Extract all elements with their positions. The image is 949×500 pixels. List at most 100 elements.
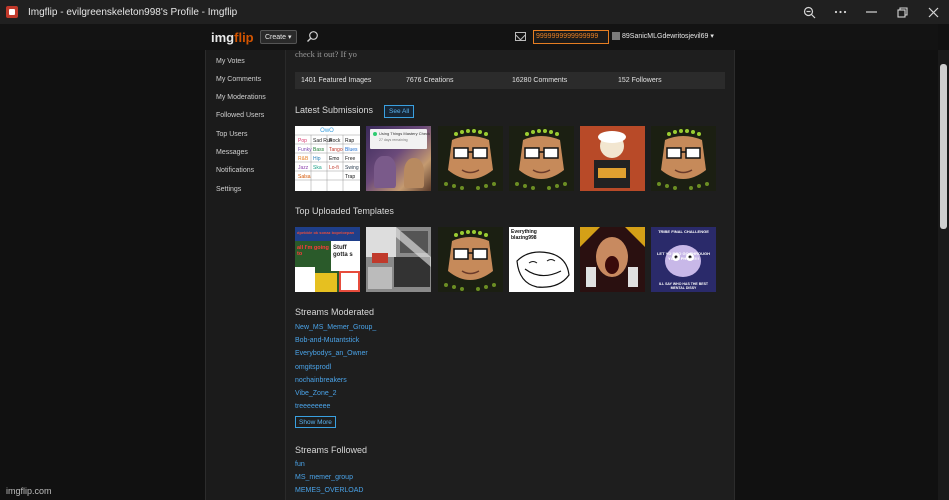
tier-cell: Pop [298, 138, 307, 144]
create-menu-button[interactable]: Create ▾ [260, 30, 297, 44]
latest-submission-thumb[interactable] [651, 126, 716, 191]
window-title: Imgflip - evilgreenskeleton998's Profile… [28, 6, 238, 18]
sidebar-item-notifications[interactable]: Notifications [216, 167, 254, 174]
streams-moderated-title: Streams Moderated [295, 307, 375, 317]
tier-cell: Jazz [298, 165, 309, 171]
meme-face-image [438, 126, 503, 191]
minimize-icon[interactable] [856, 0, 887, 24]
latest-submission-thumb[interactable] [438, 126, 503, 191]
stat-featured-images[interactable]: 1401 Featured Images [301, 77, 371, 84]
imgflip-logo[interactable]: imgflip [211, 30, 254, 45]
collage-image [366, 227, 431, 292]
username-label: 89SanicMLGdewritosjevil69 [622, 32, 709, 40]
user-points-counter[interactable]: 9999999999999999 [533, 30, 609, 44]
template-thumb[interactable] [438, 227, 503, 292]
mail-icon[interactable] [515, 32, 526, 41]
tier-cell: Lo-fi [329, 165, 339, 171]
latest-submission-thumb[interactable] [509, 126, 574, 191]
meme-face-image [509, 126, 574, 191]
left-gutter [0, 50, 205, 500]
notification-card: Using Things Mastery Check 27 days remai… [370, 129, 431, 149]
check-dot-icon [373, 132, 377, 136]
template-panel [295, 267, 315, 292]
sidebar-item-top-users[interactable]: Top Users [216, 131, 248, 138]
profile-stats-bar: 1401 Featured Images 7676 Creations 1628… [295, 72, 725, 89]
see-all-button[interactable]: See All [384, 105, 415, 118]
tier-cell: Rap [345, 138, 354, 144]
tier-cell: Rock [329, 138, 341, 144]
template-thumb[interactable]: Everything blazing998 [509, 227, 574, 292]
sidebar-item-my-comments[interactable]: My Comments [216, 76, 261, 83]
search-icon[interactable] [306, 30, 319, 43]
stat-followers[interactable]: 152 Followers [618, 77, 662, 84]
latest-submission-thumb[interactable] [580, 126, 645, 191]
tier-cell: Swing [345, 165, 359, 171]
scrollbar-thumb[interactable] [940, 64, 947, 229]
window-titlebar: Imgflip - evilgreenskeleton998's Profile… [0, 0, 949, 24]
moderated-stream-link[interactable]: omgitsprodl [295, 364, 331, 371]
template-panel [339, 271, 360, 292]
moderated-stream-link[interactable]: treeeeeeee [295, 403, 330, 410]
sidebar-item-followed-users[interactable]: Followed Users [216, 112, 264, 119]
sidebar-item-my-moderations[interactable]: My Moderations [216, 94, 266, 101]
caret-down-icon: ▾ [710, 33, 714, 40]
moderated-stream-link[interactable]: Everybodys_an_Owner [295, 350, 368, 357]
create-label: Create [265, 33, 287, 41]
person-silhouette [374, 156, 396, 188]
followed-stream-link[interactable]: MS_memer_group [295, 474, 353, 481]
template-thumb[interactable] [580, 227, 645, 292]
user-sidebar: My Votes My Comments My Moderations Foll… [206, 50, 286, 500]
moderated-stream-link[interactable]: Vibe_Zone_2 [295, 390, 337, 397]
template-thumb[interactable]: dpebble ok sonaz bopeloepan Stuff gotta … [295, 227, 360, 292]
person-silhouette [404, 158, 424, 188]
window-actions [794, 0, 949, 24]
template-thumb[interactable] [366, 227, 431, 292]
latest-submission-thumb[interactable]: Using Things Mastery Check 27 days remai… [366, 126, 431, 191]
restore-icon[interactable] [887, 0, 918, 24]
site-header: imgflip Create ▾ 9999999999999999 89Sani… [0, 24, 938, 50]
thumb-title-owo: OwO [320, 128, 334, 134]
notification-sub: 27 days remaining [379, 138, 408, 142]
tier-cell: Emo [329, 156, 340, 162]
meme-face-image [651, 126, 716, 191]
stat-creations[interactable]: 7676 Creations [406, 77, 453, 84]
tier-cell: Funky [298, 147, 312, 153]
sidebar-item-messages[interactable]: Messages [216, 149, 248, 156]
zoom-out-icon[interactable] [794, 0, 825, 24]
show-more-button[interactable]: Show More [295, 416, 336, 428]
moderated-stream-link[interactable]: New_MS_Memer_Group_ [295, 324, 376, 331]
tier-cell: R&B [298, 156, 309, 162]
browser-scrollbar[interactable] [938, 50, 949, 500]
more-icon[interactable] [825, 0, 856, 24]
tier-cell: Free [345, 156, 356, 162]
sidebar-item-my-votes[interactable]: My Votes [216, 58, 245, 65]
user-menu-button[interactable]: 89SanicMLGdewritosjevil69 ▾ [612, 32, 714, 40]
logo-img-text: img [211, 30, 235, 45]
profile-bio: check it out? If yo [295, 49, 357, 59]
notification-caption: Using Things Mastery Check [379, 131, 431, 136]
profile-page: My Votes My Comments My Moderations Foll… [205, 49, 735, 500]
latest-submissions-title: Latest Submissions [295, 105, 374, 115]
template-left-text: all I'm going to [297, 245, 329, 257]
moderated-stream-link[interactable]: Bob-and-Mutantstick [295, 337, 359, 344]
user-avatar [612, 32, 620, 40]
followed-stream-link[interactable]: fun [295, 461, 305, 468]
moderated-stream-link[interactable]: nochainbreakers [295, 377, 347, 384]
chef-meme-image [580, 126, 645, 191]
latest-submission-thumb[interactable]: OwO Pop Sad Ruh Rock Rap Funky Bass Tang… [295, 126, 360, 191]
template-top-text: dpebble ok sonaz bopeloepan [297, 230, 355, 235]
right-gutter [735, 50, 938, 500]
followed-stream-link[interactable]: MEMES_OVERLOAD [295, 487, 363, 494]
tier-cell: Ska [313, 165, 322, 171]
template-mid-text: Stuff gotta s [333, 245, 353, 258]
tier-cell: Hip [313, 156, 321, 162]
close-icon[interactable] [918, 0, 949, 24]
template-thumb[interactable]: TRIBE FINAL CHALLENGE LET YO BRO GO THRO… [651, 227, 716, 292]
stat-comments[interactable]: 16280 Comments [512, 77, 567, 84]
sidebar-item-settings[interactable]: Settings [216, 186, 241, 193]
tier-cell: Bass [313, 147, 325, 153]
tier-cell: Tango [329, 147, 343, 153]
meme-face-image [438, 227, 503, 292]
top-templates-title: Top Uploaded Templates [295, 206, 394, 216]
tier-cell: Trap [345, 174, 355, 180]
